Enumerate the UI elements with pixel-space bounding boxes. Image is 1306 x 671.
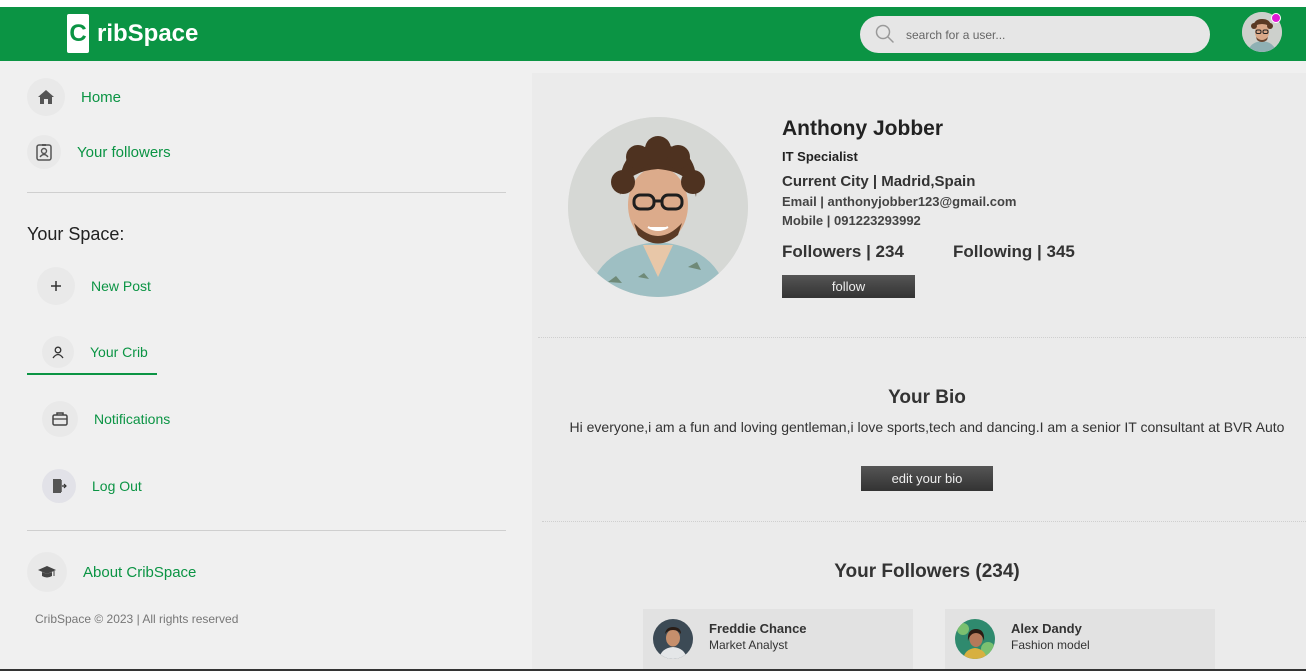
search-input[interactable] xyxy=(906,24,1196,46)
sidebar-item-label: New Post xyxy=(91,278,151,294)
active-indicator xyxy=(27,373,157,375)
profile-name: Anthony Jobber xyxy=(782,117,943,140)
search-bar[interactable] xyxy=(860,16,1210,53)
profile-photo xyxy=(568,117,748,297)
copyright: CribSpace © 2023 | All rights reserved xyxy=(35,612,239,626)
follower-role: Fashion model xyxy=(1011,638,1090,652)
user-icon xyxy=(42,336,74,368)
sidebar-item-your-crib[interactable]: Your Crib xyxy=(42,336,148,368)
logo[interactable]: C ribSpace xyxy=(67,14,198,53)
search-icon xyxy=(874,23,896,49)
sidebar-item-label: Home xyxy=(81,88,122,106)
contact-badge-icon xyxy=(27,135,61,169)
profile-main: Anthony Jobber IT Specialist Current Cit… xyxy=(532,73,1306,671)
sidebar-item-label: Log Out xyxy=(92,478,142,494)
bio-heading: Your Bio xyxy=(888,387,966,408)
profile-city: Current City | Madrid,Spain xyxy=(782,173,976,190)
sidebar-item-followers[interactable]: Your followers xyxy=(27,135,171,169)
follower-avatar xyxy=(653,619,693,659)
sidebar: Home Your followers Your Space: New Post… xyxy=(0,61,532,671)
briefcase-icon xyxy=(42,401,78,437)
logo-text: ribSpace xyxy=(97,19,199,47)
top-strip xyxy=(0,0,1306,7)
following-count[interactable]: Following | 345 xyxy=(953,242,1075,262)
graduation-cap-icon xyxy=(27,552,67,592)
notification-dot xyxy=(1271,13,1281,23)
sidebar-item-home[interactable]: Home xyxy=(27,78,121,116)
sidebar-item-logout[interactable]: Log Out xyxy=(42,469,142,503)
profile-email: Email | anthonyjobber123@gmail.com xyxy=(782,194,1017,209)
sidebar-item-label: Notifications xyxy=(94,411,171,427)
profile-title: IT Specialist xyxy=(782,149,858,164)
divider xyxy=(538,337,1306,338)
sidebar-item-label: Your Crib xyxy=(90,344,148,360)
sidebar-item-label: Your followers xyxy=(77,143,171,161)
sidebar-item-about[interactable]: About CribSpace xyxy=(27,552,196,592)
sidebar-item-new-post[interactable]: New Post xyxy=(37,267,151,305)
logo-letter: C xyxy=(67,14,89,53)
divider xyxy=(542,521,1306,522)
follower-name: Freddie Chance xyxy=(709,621,807,636)
follower-avatar xyxy=(955,619,995,659)
plus-icon xyxy=(37,267,75,305)
divider xyxy=(27,530,506,531)
follow-button[interactable]: follow xyxy=(782,275,915,298)
sidebar-item-label: About CribSpace xyxy=(83,563,197,581)
follower-name: Alex Dandy xyxy=(1011,621,1082,636)
follower-card[interactable]: Alex Dandy Fashion model xyxy=(945,609,1215,671)
follower-role: Market Analyst xyxy=(709,638,788,652)
bio-text: Hi everyone,i am a fun and loving gentle… xyxy=(569,419,1285,435)
profile-mobile: Mobile | 091223293992 xyxy=(782,213,921,228)
follower-card[interactable]: Freddie Chance Market Analyst xyxy=(643,609,913,671)
logout-door-icon xyxy=(42,469,76,503)
top-navbar: C ribSpace xyxy=(0,7,1306,61)
followers-count[interactable]: Followers | 234 xyxy=(782,242,904,262)
followers-heading: Your Followers (234) xyxy=(834,561,1020,582)
sidebar-item-notifications[interactable]: Notifications xyxy=(42,401,170,437)
edit-bio-button[interactable]: edit your bio xyxy=(861,466,993,491)
your-space-heading: Your Space: xyxy=(27,224,125,244)
divider xyxy=(27,192,506,193)
home-icon xyxy=(27,78,65,116)
